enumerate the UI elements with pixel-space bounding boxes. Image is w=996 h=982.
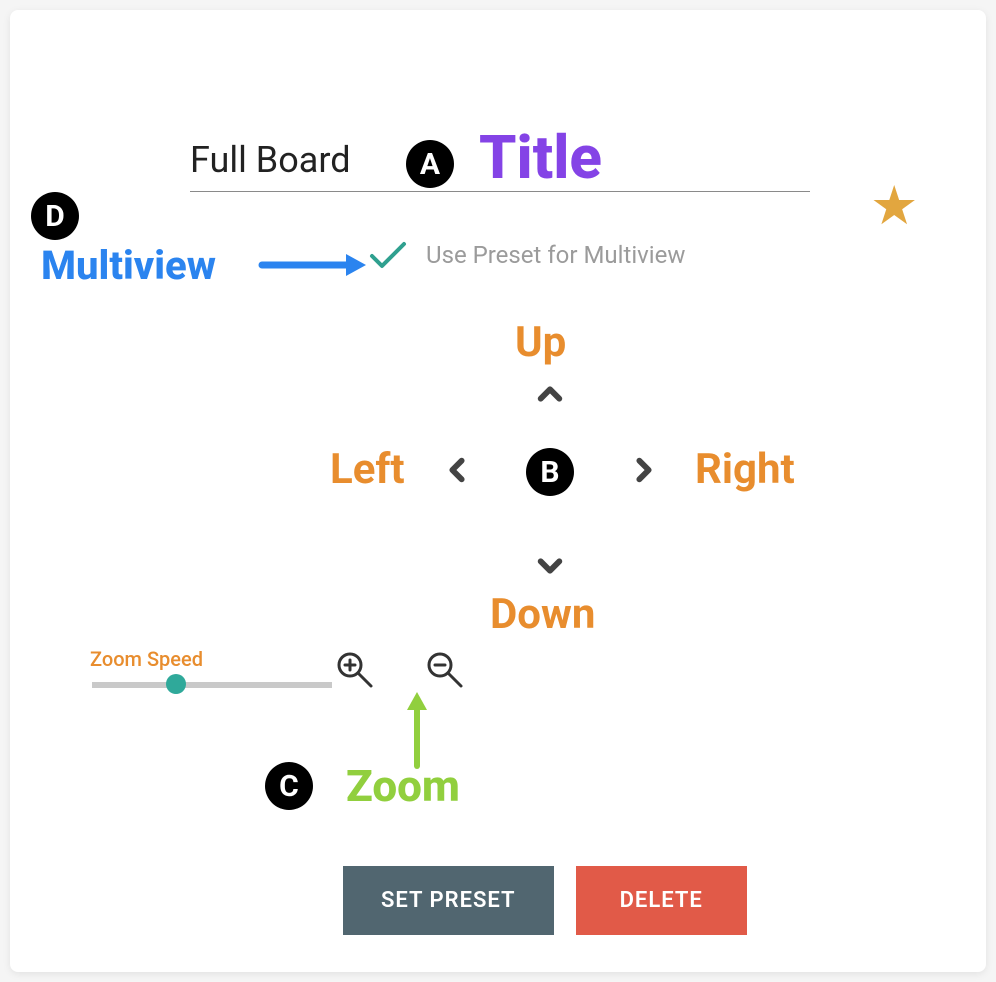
zoom-in-button[interactable]: [335, 650, 375, 694]
zoom-speed-label: Zoom Speed: [90, 647, 203, 671]
zoom-out-icon: [425, 650, 465, 690]
multiview-row: Use Preset for Multiview: [368, 240, 685, 270]
direction-left-label: Left: [330, 445, 405, 494]
zoom-speed-track[interactable]: [92, 682, 332, 688]
direction-down-label: Down: [490, 590, 595, 639]
chevron-left-icon[interactable]: [443, 456, 471, 484]
arrow-blue-icon: [258, 250, 368, 280]
chevron-up-icon[interactable]: [536, 380, 564, 408]
annotation-multiview-word: Multiview: [41, 242, 216, 289]
annotation-badge-b: B: [526, 448, 574, 496]
delete-button[interactable]: DELETE: [576, 866, 747, 935]
zoom-in-icon: [335, 650, 375, 690]
direction-up-label: Up: [515, 318, 566, 367]
annotation-badge-d: D: [31, 192, 79, 240]
checkmark-icon[interactable]: [368, 240, 408, 270]
annotation-title-word: Title: [479, 122, 602, 193]
button-row: SET PRESET DELETE: [343, 866, 747, 935]
set-preset-button[interactable]: SET PRESET: [343, 866, 554, 935]
favorite-star-icon[interactable]: ★: [870, 174, 918, 238]
preset-card: ★ Use Preset for Multiview Up Down Left …: [10, 10, 986, 972]
annotation-zoom-word: Zoom: [346, 760, 460, 812]
chevron-down-icon[interactable]: [536, 552, 564, 580]
direction-right-label: Right: [695, 445, 795, 494]
arrow-green-icon: [404, 690, 430, 770]
zoom-out-button[interactable]: [425, 650, 465, 694]
zoom-speed-thumb[interactable]: [166, 674, 186, 694]
chevron-right-icon[interactable]: [630, 456, 658, 484]
multiview-label: Use Preset for Multiview: [426, 241, 685, 269]
annotation-badge-a: A: [406, 140, 454, 188]
annotation-badge-c: C: [265, 762, 313, 810]
